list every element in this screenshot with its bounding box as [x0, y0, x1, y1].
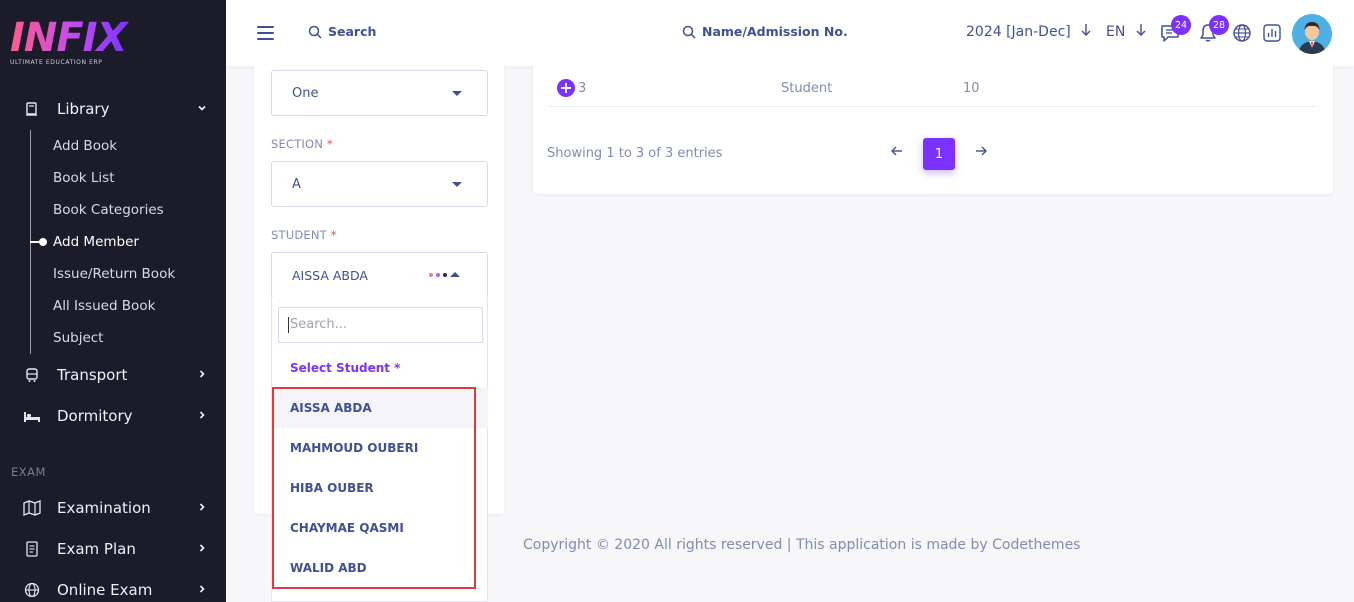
- search-placeholder: Search: [328, 24, 377, 39]
- chevron-right-icon: [197, 368, 207, 383]
- submenu-item-add-book[interactable]: Add Book: [53, 138, 117, 154]
- required-mark: *: [326, 137, 333, 151]
- class-select[interactable]: One: [271, 70, 488, 116]
- pagination-next-icon[interactable]: [974, 144, 988, 162]
- nav-transport[interactable]: Transport: [0, 357, 226, 393]
- table-cell-id: 3: [578, 81, 587, 96]
- sidebar: INFIX ULTIMATE EDUCATION ERP Library Add…: [0, 0, 226, 602]
- submenu-item-all-issued-book[interactable]: All Issued Book: [53, 298, 155, 314]
- nav-dormitory-label: Dormitory: [57, 407, 133, 425]
- table-row: + 3 Student 10: [547, 66, 1317, 107]
- notifications-badge: 28: [1209, 15, 1229, 35]
- text-cursor: [288, 316, 289, 333]
- academic-year-selector[interactable]: 2024 [Jan-Dec]: [966, 23, 1092, 40]
- admission-search-input[interactable]: Name/Admission No.: [682, 24, 848, 39]
- chevron-right-icon: [197, 501, 207, 516]
- arrow-down-icon: [1136, 24, 1146, 36]
- section-select-value: A: [292, 177, 301, 192]
- notifications-icon[interactable]: 28: [1197, 15, 1229, 44]
- caret-up-icon: [450, 272, 460, 277]
- chevron-down-icon: [197, 102, 207, 117]
- nav-transport-label: Transport: [57, 366, 128, 384]
- student-label-text: STUDENT: [271, 228, 327, 242]
- table-cell-role: Student: [781, 81, 833, 96]
- search-icon: [682, 25, 696, 39]
- top-bar: Search Name/Admission No. 2024 [Jan-Dec]…: [226, 0, 1354, 66]
- caret-down-icon: [452, 182, 462, 187]
- expand-row-icon[interactable]: +: [557, 79, 575, 97]
- section-label-exam: EXAM: [11, 465, 46, 479]
- submenu-item-issue-return-book[interactable]: Issue/Return Book: [53, 266, 175, 282]
- dropdown-option[interactable]: WALID ABD: [272, 548, 488, 588]
- pagination-page-button[interactable]: 1: [923, 138, 955, 170]
- map-icon: [23, 499, 41, 517]
- dropdown-option[interactable]: AISSA ABDA: [272, 388, 488, 428]
- submenu-item-subject[interactable]: Subject: [53, 330, 103, 346]
- nav-online-exam-label: Online Exam: [57, 581, 153, 599]
- nav-library-label: Library: [57, 100, 110, 118]
- nav-dormitory[interactable]: Dormitory: [0, 398, 226, 434]
- table-cell-value: 10: [963, 81, 980, 96]
- dropdown-option-placeholder[interactable]: Select Student *: [272, 348, 488, 388]
- active-indicator-dot: [39, 238, 47, 246]
- language-value: EN: [1106, 24, 1126, 40]
- section-select[interactable]: A: [271, 161, 488, 207]
- search-input[interactable]: Search: [308, 24, 376, 39]
- search-icon: [308, 25, 322, 39]
- messages-icon[interactable]: 24: [1159, 15, 1191, 44]
- admission-search-placeholder: Name/Admission No.: [702, 24, 848, 39]
- dropdown-option[interactable]: MAHMOUD OUBERI: [272, 428, 488, 468]
- section-label: SECTION *: [271, 137, 333, 151]
- section-label-text: SECTION: [271, 137, 324, 151]
- nav-library[interactable]: Library: [0, 91, 226, 127]
- caret-down-icon: [452, 91, 462, 96]
- loading-dots-icon: [429, 273, 447, 277]
- avatar[interactable]: [1292, 14, 1332, 54]
- class-select-value: One: [292, 86, 319, 101]
- student-select-value: AISSA ABDA: [292, 268, 368, 283]
- chevron-right-icon: [197, 409, 207, 424]
- nav-exam-plan[interactable]: Exam Plan: [0, 531, 226, 567]
- members-table-card: + 3 Student 10 Showing 1 to 3 of 3 entri…: [533, 66, 1333, 194]
- chevron-right-icon: [197, 542, 207, 557]
- academic-year-value: 2024 [Jan-Dec]: [966, 24, 1071, 40]
- student-select[interactable]: AISSA ABDA: [271, 252, 488, 298]
- bus-icon: [23, 366, 41, 384]
- dropdown-option[interactable]: HIBA OUBER: [272, 468, 488, 508]
- logo-text: INFIX: [10, 18, 130, 58]
- book-icon: [23, 100, 41, 118]
- logo[interactable]: INFIX ULTIMATE EDUCATION ERP: [10, 18, 130, 72]
- student-label: STUDENT *: [271, 228, 337, 242]
- dropdown-search-input[interactable]: Search...: [278, 307, 483, 343]
- submenu-item-book-list[interactable]: Book List: [53, 170, 115, 186]
- nav-examination-label: Examination: [57, 499, 151, 517]
- table-info: Showing 1 to 3 of 3 entries: [547, 146, 723, 161]
- nav-online-exam[interactable]: Online Exam: [0, 572, 226, 602]
- menu-toggle-icon[interactable]: [257, 26, 274, 40]
- pagination-prev-icon[interactable]: [890, 144, 904, 162]
- student-dropdown: Search... Select Student * AISSA ABDA MA…: [271, 297, 488, 602]
- messages-badge: 24: [1171, 15, 1191, 35]
- language-selector[interactable]: EN: [1106, 23, 1147, 40]
- arrow-down-icon: [1081, 24, 1091, 36]
- bed-icon: [23, 407, 41, 425]
- submenu-item-book-categories[interactable]: Book Categories: [53, 202, 164, 218]
- required-mark: *: [330, 228, 337, 242]
- chevron-right-icon: [197, 583, 207, 598]
- submenu-item-add-member[interactable]: Add Member: [53, 234, 139, 250]
- dropdown-option[interactable]: CHAYMAE QASMI: [272, 508, 488, 548]
- document-icon: [23, 540, 41, 558]
- nav-examination[interactable]: Examination: [0, 490, 226, 526]
- nav-exam-plan-label: Exam Plan: [57, 540, 136, 558]
- dropdown-search-placeholder: Search...: [290, 317, 348, 332]
- analytics-icon[interactable]: [1261, 22, 1283, 44]
- globe-icon: [23, 581, 41, 599]
- globe-icon[interactable]: [1231, 22, 1253, 44]
- footer-copyright: Copyright © 2020 All rights reserved | T…: [523, 537, 1081, 553]
